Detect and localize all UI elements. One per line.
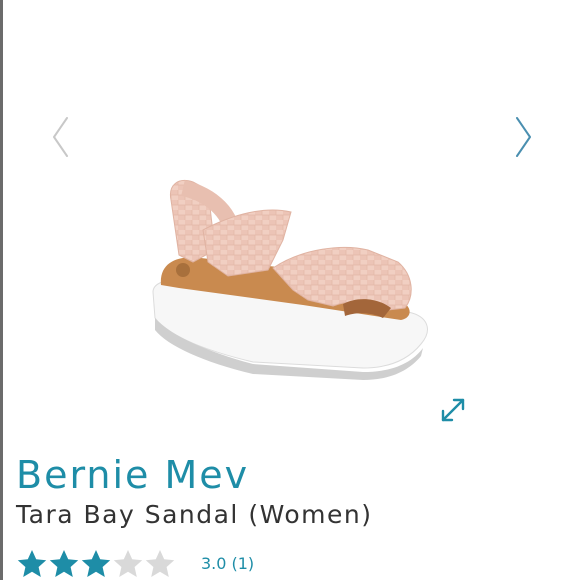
chevron-right-icon: [516, 117, 531, 157]
star-filled-icon: [81, 550, 111, 577]
product-title: Tara Bay Sandal (Women): [16, 500, 373, 529]
product-image-carousel[interactable]: [3, 0, 580, 450]
carousel-next-button[interactable]: [509, 112, 539, 162]
star-empty-icon: [145, 550, 175, 577]
product-page: Bernie Mev Tara Bay Sandal (Women) 3.0 (1…: [0, 0, 580, 580]
rating-score: 3.0: [201, 554, 227, 573]
star-rating: [16, 548, 176, 580]
chevron-left-icon: [53, 117, 68, 157]
rating-count: (1): [231, 554, 255, 573]
star-filled-icon: [17, 550, 47, 577]
star-empty-icon: [113, 550, 143, 577]
rating-row[interactable]: 3.0 (1): [16, 546, 416, 580]
star-filled-icon: [49, 550, 79, 577]
product-image: [152, 180, 428, 380]
rating-summary: 3.0 (1): [201, 550, 254, 578]
expand-icon: [441, 398, 465, 422]
expand-image-button[interactable]: [436, 393, 470, 427]
brand-name[interactable]: Bernie Mev: [16, 452, 249, 498]
carousel-prev-button[interactable]: [45, 112, 75, 162]
